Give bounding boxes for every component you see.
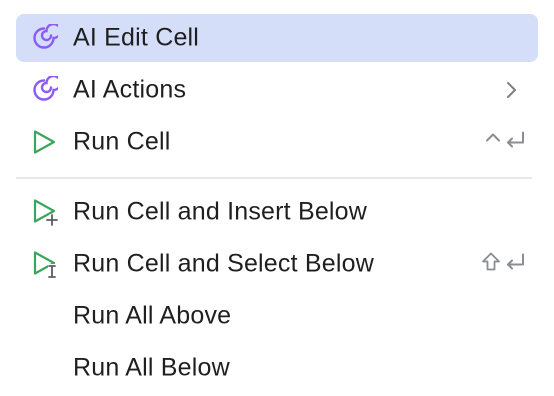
run-triangle-icon (30, 125, 64, 159)
menu-item-run-all-below[interactable]: Run All Below (16, 344, 538, 392)
menu-item-label: Run Cell and Insert Below (73, 197, 368, 226)
return-icon (504, 252, 526, 277)
shift-arrow-icon (480, 251, 502, 278)
menu-item-ai-edit-cell[interactable]: AI Edit Cell (16, 14, 538, 62)
shortcut (480, 251, 526, 278)
menu-item-run-all-above[interactable]: Run All Above (16, 292, 538, 340)
menu-item-label: AI Actions (73, 75, 187, 104)
control-caret-icon (484, 130, 502, 155)
run-select-below-icon (30, 247, 64, 281)
ai-spiral-icon (30, 21, 64, 55)
menu-item-label: AI Edit Cell (73, 23, 200, 52)
ai-spiral-icon (30, 73, 64, 107)
return-icon (504, 130, 526, 155)
run-insert-below-icon (30, 195, 64, 229)
menu-item-label: Run All Above (73, 301, 232, 330)
menu-separator (16, 177, 532, 179)
menu-item-label: Run All Below (73, 353, 230, 382)
menu-item-run-cell[interactable]: Run Cell (16, 118, 538, 166)
chevron-right-icon (504, 80, 518, 100)
menu-item-run-cell-select-below[interactable]: Run Cell and Select Below (16, 240, 538, 288)
menu-item-run-cell-insert-below[interactable]: Run Cell and Insert Below (16, 188, 538, 236)
menu-item-label: Run Cell (73, 127, 171, 156)
shortcut (484, 130, 526, 155)
menu-item-ai-actions[interactable]: AI Actions (16, 66, 538, 114)
menu-item-label: Run Cell and Select Below (73, 249, 374, 278)
context-menu: AI Edit Cell AI Actions Run Cell Run Cel… (0, 0, 554, 396)
